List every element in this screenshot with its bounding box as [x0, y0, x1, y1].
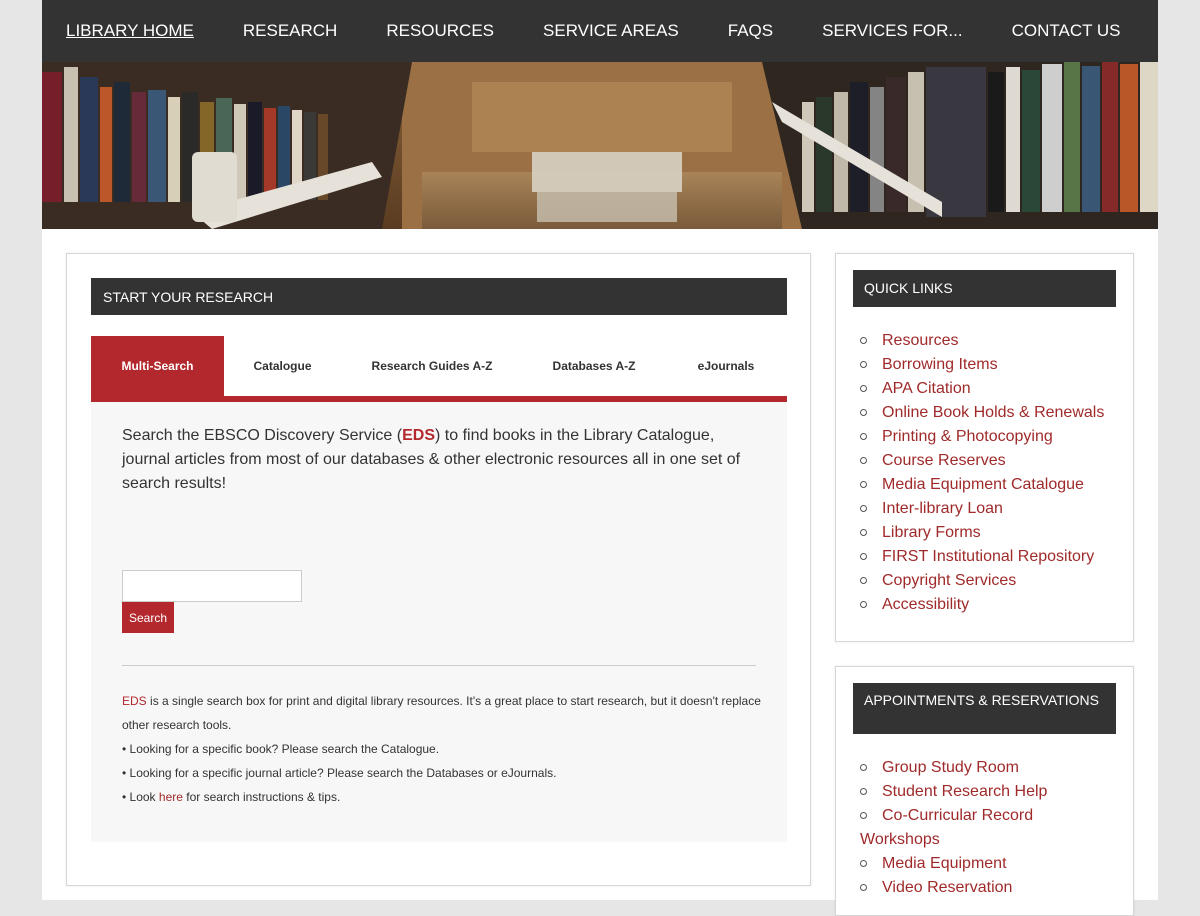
divider: [122, 665, 756, 666]
circle-bullet-icon: [860, 481, 867, 488]
search-button[interactable]: Search: [122, 602, 174, 633]
eds-link[interactable]: EDS: [402, 427, 435, 444]
quick-links-heading: QUICK LINKS: [853, 270, 1116, 307]
list-item: Accessibility: [860, 593, 1104, 617]
tab-research-guides[interactable]: Research Guides A-Z: [341, 336, 523, 396]
circle-bullet-icon: [860, 409, 867, 416]
tab-ejournals[interactable]: eJournals: [665, 336, 787, 396]
list-item: Printing & Photocopying: [860, 425, 1104, 449]
list-item: Inter-library Loan: [860, 497, 1104, 521]
quick-links-box: QUICK LINKS Resources Borrowing Items AP…: [835, 253, 1134, 642]
intro-text-start: Search the EBSCO Discovery Service (: [122, 427, 403, 444]
circle-bullet-icon: [860, 601, 867, 608]
tab-catalogue[interactable]: Catalogue: [224, 336, 341, 396]
list-item: Co-Curricular Record: [860, 804, 1047, 828]
list-item: Course Reserves: [860, 449, 1104, 473]
appointments-box: APPOINTMENTS & RESERVATIONS Group Study …: [835, 666, 1134, 916]
nav-service-areas[interactable]: SERVICE AREAS: [543, 21, 679, 41]
quick-link[interactable]: APA Citation: [882, 380, 971, 397]
note-line-1: EDS is a single search box for print and…: [122, 689, 762, 737]
circle-bullet-icon: [860, 764, 867, 771]
note-line-4: • Look here for search instructions & ti…: [122, 785, 762, 809]
quick-link[interactable]: Online Book Holds & Renewals: [882, 404, 1104, 421]
here-link[interactable]: here: [159, 790, 183, 804]
list-item: APA Citation: [860, 377, 1104, 401]
circle-bullet-icon: [860, 433, 867, 440]
quick-link[interactable]: Library Forms: [882, 524, 981, 541]
list-item: Copyright Services: [860, 569, 1104, 593]
appointment-link[interactable]: Workshops: [860, 831, 940, 848]
search-notes: EDS is a single search box for print and…: [122, 689, 762, 809]
appointment-link[interactable]: Student Research Help: [882, 783, 1047, 800]
nav-contact-us[interactable]: CONTACT US: [1012, 21, 1121, 41]
quick-link[interactable]: Copyright Services: [882, 572, 1016, 589]
nav-resources[interactable]: RESOURCES: [386, 21, 494, 41]
quick-link[interactable]: Inter-library Loan: [882, 500, 1003, 517]
quick-links-list: Resources Borrowing Items APA Citation O…: [860, 329, 1104, 617]
note-line-1-text: is a single search box for print and dig…: [122, 694, 761, 732]
circle-bullet-icon: [860, 812, 867, 819]
search-input[interactable]: [122, 570, 302, 602]
search-tabs: Multi-Search Catalogue Research Guides A…: [91, 336, 787, 402]
list-item: Online Book Holds & Renewals: [860, 401, 1104, 425]
eds-note-link[interactable]: EDS: [122, 694, 147, 708]
research-box: START YOUR RESEARCH Multi-Search Catalog…: [66, 253, 811, 886]
circle-bullet-icon: [860, 505, 867, 512]
quick-link[interactable]: Course Reserves: [882, 452, 1006, 469]
nav-services-for[interactable]: SERVICES FOR...: [822, 21, 962, 41]
top-nav: LIBRARY HOME RESEARCH RESOURCES SERVICE …: [42, 0, 1158, 62]
nav-library-home[interactable]: LIBRARY HOME: [66, 21, 194, 41]
list-item: Borrowing Items: [860, 353, 1104, 377]
list-item: Media Equipment: [860, 852, 1047, 876]
list-item: FIRST Institutional Repository: [860, 545, 1104, 569]
appointments-list: Group Study Room Student Research Help C…: [860, 756, 1047, 900]
list-item: Student Research Help: [860, 780, 1047, 804]
note-line-4-start: • Look: [122, 790, 159, 804]
quick-link[interactable]: Borrowing Items: [882, 356, 998, 373]
research-heading: START YOUR RESEARCH: [91, 278, 787, 315]
note-line-4-end: for search instructions & tips.: [182, 790, 341, 804]
list-item: Workshops: [860, 828, 1047, 852]
tab-databases[interactable]: Databases A-Z: [523, 336, 665, 396]
appointment-link[interactable]: Media Equipment: [882, 855, 1007, 872]
circle-bullet-icon: [860, 577, 867, 584]
circle-bullet-icon: [860, 337, 867, 344]
nav-research[interactable]: RESEARCH: [243, 21, 337, 41]
quick-link[interactable]: Resources: [882, 332, 958, 349]
circle-bullet-icon: [860, 788, 867, 795]
circle-bullet-icon: [860, 884, 867, 891]
circle-bullet-icon: [860, 553, 867, 560]
circle-bullet-icon: [860, 457, 867, 464]
list-item: Resources: [860, 329, 1104, 353]
multi-search-panel: Search the EBSCO Discovery Service (EDS)…: [91, 402, 787, 842]
intro-text: Search the EBSCO Discovery Service (EDS)…: [122, 424, 762, 496]
appointment-link[interactable]: Video Reservation: [882, 879, 1012, 896]
note-line-3: • Looking for a specific journal article…: [122, 766, 557, 780]
quick-link[interactable]: Media Equipment Catalogue: [882, 476, 1084, 493]
circle-bullet-icon: [860, 385, 867, 392]
library-shelves-image: [42, 62, 1158, 229]
circle-bullet-icon: [860, 361, 867, 368]
list-item: Group Study Room: [860, 756, 1047, 780]
quick-link[interactable]: Accessibility: [882, 596, 969, 613]
circle-bullet-icon: [860, 529, 867, 536]
appointment-link[interactable]: Co-Curricular Record: [882, 807, 1033, 824]
page: LIBRARY HOME RESEARCH RESOURCES SERVICE …: [42, 0, 1158, 916]
list-item: Library Forms: [860, 521, 1104, 545]
list-item: Media Equipment Catalogue: [860, 473, 1104, 497]
appointments-heading: APPOINTMENTS & RESERVATIONS: [853, 683, 1116, 734]
nav-faqs[interactable]: FAQS: [728, 21, 773, 41]
appointment-link[interactable]: Group Study Room: [882, 759, 1019, 776]
circle-bullet-icon: [860, 860, 867, 867]
note-line-2: • Looking for a specific book? Please se…: [122, 742, 440, 756]
quick-link[interactable]: FIRST Institutional Repository: [882, 548, 1094, 565]
hero-banner-image: [42, 62, 1158, 229]
quick-link[interactable]: Printing & Photocopying: [882, 428, 1053, 445]
list-item: Video Reservation: [860, 876, 1047, 900]
tab-multi-search[interactable]: Multi-Search: [91, 336, 224, 396]
